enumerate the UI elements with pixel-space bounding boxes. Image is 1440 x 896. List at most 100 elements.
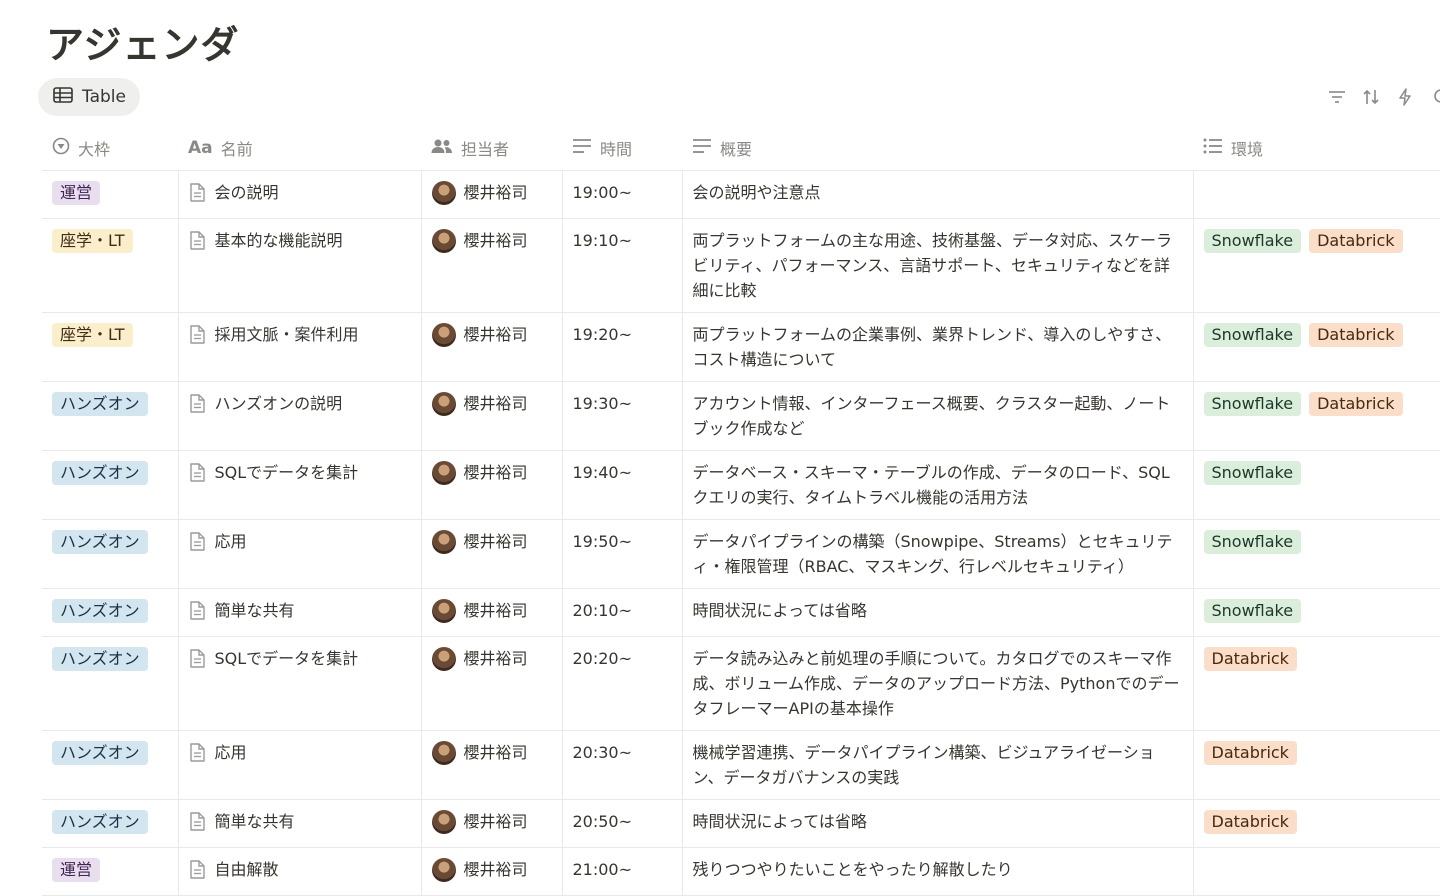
category-cell[interactable]: 運営 — [42, 847, 179, 896]
env-cell[interactable]: Databrick — [1193, 730, 1440, 800]
table-row[interactable]: 座学・LT 採用文脈・案件利用 櫻井裕司 19:20~ 両プラットフォームの企業事例、業… — [42, 312, 1440, 382]
env-tag-snowflake[interactable]: Snowflake — [1203, 229, 1302, 253]
name-cell[interactable]: 応用 — [178, 519, 422, 589]
row-name[interactable]: 簡単な共有 — [215, 809, 295, 834]
table-row[interactable]: ハンズオン ハンズオンの説明 櫻井裕司 19:30~ アカウント情報、インターフェース概… — [42, 381, 1440, 451]
column-header-name[interactable]: Aa 名前 — [178, 126, 421, 171]
row-name[interactable]: ハンズオンの説明 — [215, 391, 343, 416]
column-header-summary[interactable]: 概要 — [682, 126, 1193, 171]
summary-cell[interactable]: 機械学習連携、データパイプライン構築、ビジュアライゼーション、データガバナンスの… — [682, 730, 1194, 800]
assignee-cell[interactable]: 櫻井裕司 — [421, 519, 563, 589]
time-cell[interactable]: 20:10~ — [562, 588, 683, 637]
env-cell[interactable]: Snowflake Databrick — [1193, 218, 1440, 313]
time-cell[interactable]: 20:30~ — [562, 730, 683, 800]
category-cell[interactable]: ハンズオン — [42, 381, 179, 451]
summary-cell[interactable]: データ読み込みと前処理の手順について。カタログでのスキーマ作成、ボリューム作成、… — [682, 636, 1194, 731]
name-cell[interactable]: 採用文脈・案件利用 — [178, 312, 422, 382]
automation-icon[interactable] — [1394, 86, 1416, 108]
category-tag[interactable]: 座学・LT — [52, 323, 133, 347]
name-cell[interactable]: 基本的な機能説明 — [178, 218, 422, 313]
summary-cell[interactable]: アカウント情報、インターフェース概要、クラスター起動、ノートブック作成など — [682, 381, 1194, 451]
category-cell[interactable]: 座学・LT — [42, 218, 179, 313]
category-cell[interactable]: 運営 — [42, 170, 179, 219]
env-tag-snowflake[interactable]: Snowflake — [1203, 323, 1302, 347]
assignee-cell[interactable]: 櫻井裕司 — [421, 312, 563, 382]
env-cell[interactable]: Databrick — [1193, 636, 1440, 731]
assignee-cell[interactable]: 櫻井裕司 — [421, 799, 563, 848]
env-tag-databrick[interactable]: Databrick — [1309, 392, 1403, 416]
time-cell[interactable]: 19:50~ — [562, 519, 683, 589]
table-row[interactable]: 座学・LT 基本的な機能説明 櫻井裕司 19:10~ 両プラットフォームの主な用途、技術… — [42, 218, 1440, 313]
category-tag[interactable]: 座学・LT — [52, 229, 133, 253]
name-cell[interactable]: ハンズオンの説明 — [178, 381, 422, 451]
env-tag-snowflake[interactable]: Snowflake — [1203, 461, 1302, 485]
category-tag[interactable]: ハンズオン — [52, 599, 148, 623]
env-cell[interactable]: Snowflake — [1193, 588, 1440, 637]
time-cell[interactable]: 20:50~ — [562, 799, 683, 848]
row-name[interactable]: SQLでデータを集計 — [215, 460, 359, 485]
name-cell[interactable]: SQLでデータを集計 — [178, 450, 422, 520]
assignee-cell[interactable]: 櫻井裕司 — [421, 588, 563, 637]
row-name[interactable]: 応用 — [215, 529, 247, 554]
env-tag-snowflake[interactable]: Snowflake — [1203, 530, 1302, 554]
env-cell[interactable] — [1193, 170, 1440, 219]
env-tag-snowflake[interactable]: Snowflake — [1203, 599, 1302, 623]
name-cell[interactable]: 簡単な共有 — [178, 588, 422, 637]
category-tag[interactable]: ハンズオン — [52, 392, 148, 416]
filter-icon[interactable] — [1326, 86, 1348, 108]
row-name[interactable]: 会の説明 — [215, 180, 279, 205]
row-name[interactable]: SQLでデータを集計 — [215, 646, 359, 671]
env-cell[interactable] — [1193, 847, 1440, 896]
view-tab-table[interactable]: Table — [38, 78, 140, 116]
table-row[interactable]: 運営 会の説明 櫻井裕司 19:00~ 会の説明や注意点 — [42, 170, 1440, 219]
env-tag-databrick[interactable]: Databrick — [1203, 647, 1297, 671]
summary-cell[interactable]: データパイプラインの構築（Snowpipe、Streams）とセキュリティ・権限… — [682, 519, 1194, 589]
assignee-cell[interactable]: 櫻井裕司 — [421, 847, 563, 896]
time-cell[interactable]: 20:20~ — [562, 636, 683, 731]
env-cell[interactable]: Snowflake — [1193, 450, 1440, 520]
env-tag-databrick[interactable]: Databrick — [1203, 741, 1297, 765]
category-tag[interactable]: ハンズオン — [52, 530, 148, 554]
category-tag[interactable]: 運営 — [52, 181, 101, 205]
env-cell[interactable]: Snowflake — [1193, 519, 1440, 589]
env-tag-snowflake[interactable]: Snowflake — [1203, 392, 1302, 416]
table-row[interactable]: 運営 自由解散 櫻井裕司 21:00~ 残りつつやりたいことをやったり解散したり — [42, 847, 1440, 896]
column-header-assignee[interactable]: 担当者 — [421, 126, 562, 171]
summary-cell[interactable]: 時間状況によっては省略 — [682, 588, 1194, 637]
row-name[interactable]: 採用文脈・案件利用 — [215, 322, 359, 347]
time-cell[interactable]: 19:20~ — [562, 312, 683, 382]
table-row[interactable]: ハンズオン 応用 櫻井裕司 19:50~ データパイプラインの構築（Snowpipe、S… — [42, 519, 1440, 589]
env-tag-databrick[interactable]: Databrick — [1309, 229, 1403, 253]
search-icon[interactable] — [1428, 86, 1440, 108]
assignee-cell[interactable]: 櫻井裕司 — [421, 381, 563, 451]
env-cell[interactable]: Snowflake Databrick — [1193, 312, 1440, 382]
category-cell[interactable]: 座学・LT — [42, 312, 179, 382]
category-tag[interactable]: ハンズオン — [52, 810, 148, 834]
table-row[interactable]: ハンズオン SQLでデータを集計 櫻井裕司 19:40~ データベース・スキーマ・テーブ… — [42, 450, 1440, 520]
row-name[interactable]: 応用 — [215, 740, 247, 765]
column-header-time[interactable]: 時間 — [562, 126, 682, 171]
summary-cell[interactable]: 両プラットフォームの主な用途、技術基盤、データ対応、スケーラビリティ、パフォーマ… — [682, 218, 1194, 313]
assignee-cell[interactable]: 櫻井裕司 — [421, 636, 563, 731]
env-cell[interactable]: Snowflake Databrick — [1193, 381, 1440, 451]
row-name[interactable]: 基本的な機能説明 — [215, 228, 343, 253]
time-cell[interactable]: 19:30~ — [562, 381, 683, 451]
category-tag[interactable]: 運営 — [52, 858, 101, 882]
column-header-env[interactable]: 環境 — [1193, 126, 1440, 171]
table-row[interactable]: ハンズオン 応用 櫻井裕司 20:30~ 機械学習連携、データパイプライン構築、ビジュア… — [42, 730, 1440, 800]
name-cell[interactable]: 簡単な共有 — [178, 799, 422, 848]
table-row[interactable]: ハンズオン SQLでデータを集計 櫻井裕司 20:20~ データ読み込みと前処理の手順に… — [42, 636, 1440, 731]
summary-cell[interactable]: 時間状況によっては省略 — [682, 799, 1194, 848]
row-name[interactable]: 自由解散 — [215, 857, 279, 882]
assignee-cell[interactable]: 櫻井裕司 — [421, 450, 563, 520]
time-cell[interactable]: 19:00~ — [562, 170, 683, 219]
summary-cell[interactable]: 残りつつやりたいことをやったり解散したり — [682, 847, 1194, 896]
summary-cell[interactable]: データベース・スキーマ・テーブルの作成、データのロード、SQLクエリの実行、タイ… — [682, 450, 1194, 520]
category-tag[interactable]: ハンズオン — [52, 647, 148, 671]
assignee-cell[interactable]: 櫻井裕司 — [421, 218, 563, 313]
summary-cell[interactable]: 会の説明や注意点 — [682, 170, 1194, 219]
table-row[interactable]: ハンズオン 簡単な共有 櫻井裕司 20:10~ 時間状況によっては省略 Snowflake — [42, 588, 1440, 637]
column-header-category[interactable]: 大枠 — [42, 126, 178, 171]
category-cell[interactable]: ハンズオン — [42, 799, 179, 848]
assignee-cell[interactable]: 櫻井裕司 — [421, 730, 563, 800]
